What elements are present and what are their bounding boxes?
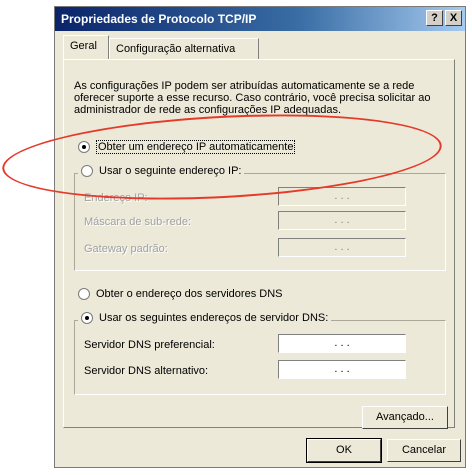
radio-dns-manual-label: Usar os seguintes endereços de servidor … bbox=[99, 312, 329, 324]
radio-button-checked[interactable] bbox=[78, 141, 90, 154]
ip-address-label: Endereço IP: bbox=[84, 192, 148, 204]
subnet-mask-field[interactable]: . . . bbox=[278, 211, 406, 230]
radio-ip-manual[interactable]: Usar o seguinte endereço IP: bbox=[78, 165, 245, 178]
subnet-mask-value: . . . bbox=[334, 214, 350, 226]
radio-dns-auto-label: Obter o endereço dos servidores DNS bbox=[96, 288, 283, 300]
radio-button-unchecked[interactable] bbox=[78, 288, 90, 301]
default-gateway-field[interactable]: . . . bbox=[278, 238, 406, 257]
alternate-dns-field[interactable]: . . . bbox=[278, 360, 406, 379]
ok-button[interactable]: OK bbox=[306, 438, 382, 463]
ip-address-value: . . . bbox=[334, 190, 350, 202]
preferred-dns-label: Servidor DNS preferencial: bbox=[84, 339, 215, 351]
radio-ip-manual-label: Usar o seguinte endereço IP: bbox=[99, 165, 242, 177]
tab-geral[interactable]: Geral bbox=[63, 35, 109, 59]
radio-button-unchecked[interactable] bbox=[81, 165, 93, 178]
close-button[interactable]: X bbox=[445, 10, 462, 26]
alternate-dns-value: . . . bbox=[334, 363, 350, 375]
subnet-mask-label: Máscara de sub-rede: bbox=[84, 216, 191, 228]
default-gateway-label: Gateway padrão: bbox=[84, 243, 168, 255]
dns-server-group bbox=[74, 320, 446, 395]
tab-alternate-config[interactable]: Configuração alternativa bbox=[109, 38, 259, 60]
window-title: Propriedades de Protocolo TCP/IP bbox=[61, 12, 257, 26]
advanced-button[interactable]: Avançado... bbox=[362, 406, 448, 429]
preferred-dns-field[interactable]: . . . bbox=[278, 334, 406, 353]
radio-ip-auto-label: Obter um endereço IP automaticamente bbox=[96, 140, 296, 154]
radio-dns-auto[interactable]: Obter o endereço dos servidores DNS bbox=[78, 288, 283, 301]
preferred-dns-value: . . . bbox=[334, 337, 350, 349]
radio-button-checked[interactable] bbox=[81, 312, 93, 325]
default-gateway-value: . . . bbox=[334, 241, 350, 253]
tcpip-properties-dialog: Propriedades de Protocolo TCP/IP ? X Ger… bbox=[54, 6, 466, 468]
alternate-dns-label: Servidor DNS alternativo: bbox=[84, 365, 209, 377]
cancel-button[interactable]: Cancelar bbox=[387, 439, 461, 462]
description-text: As configurações IP podem ser atribuídas… bbox=[74, 80, 431, 116]
radio-ip-auto[interactable]: Obter um endereço IP automaticamente bbox=[78, 140, 296, 154]
ip-address-field[interactable]: . . . bbox=[278, 187, 406, 206]
radio-dns-manual[interactable]: Usar os seguintes endereços de servidor … bbox=[78, 312, 332, 325]
general-tab-panel: As configurações IP podem ser atribuídas… bbox=[63, 59, 455, 429]
title-bar[interactable]: Propriedades de Protocolo TCP/IP ? X bbox=[55, 7, 465, 31]
help-button[interactable]: ? bbox=[426, 10, 443, 26]
